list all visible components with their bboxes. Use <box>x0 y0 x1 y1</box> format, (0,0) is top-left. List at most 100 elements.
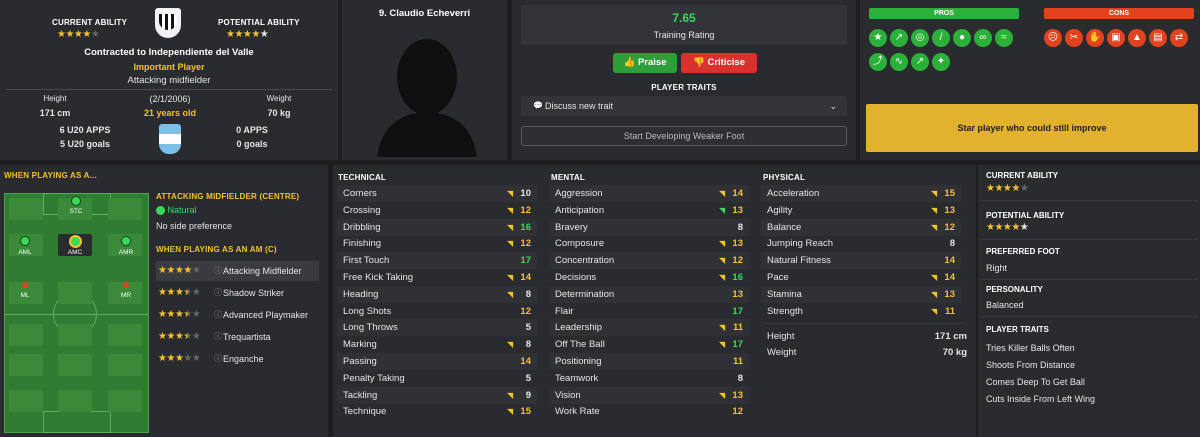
attribute-value: 12 <box>520 305 531 317</box>
attribute-row[interactable]: Strength ◥ 11 <box>761 303 961 320</box>
agility-icon[interactable]: ≈ <box>995 29 1013 47</box>
cone-icon[interactable]: ▲ <box>1128 29 1146 47</box>
clipboard-icon[interactable]: ▤ <box>1149 29 1167 47</box>
arrow-up-icon: ◥ <box>719 256 726 266</box>
attribute-name: Long Throws <box>343 322 398 334</box>
attribute-row[interactable]: Dribbling ◥ 16 <box>337 218 537 236</box>
info-icon[interactable]: ⓘ <box>214 305 222 325</box>
portrait-panel: 9. Claudio Echeverri <box>342 0 507 160</box>
criticise-label: Criticise <box>707 57 745 68</box>
discuss-trait-label: Discuss new trait <box>545 101 614 111</box>
attribute-row[interactable]: Crossing ◥ 12 <box>337 202 537 219</box>
rp-personality-label: PERSONALITY <box>986 285 1043 294</box>
attribute-row[interactable]: Concentration ◥ 12 <box>549 252 749 270</box>
pos-amc-label: AMC <box>67 249 83 256</box>
star-icon[interactable]: ★ <box>869 29 887 47</box>
attribute-row[interactable]: Positioning 11 <box>549 353 749 370</box>
graph-icon[interactable]: ∿ <box>890 53 908 71</box>
role-name: Trequartista <box>223 332 271 342</box>
scissors-icon[interactable]: ✂ <box>1065 29 1083 47</box>
arrow-up-icon: ◥ <box>931 205 938 215</box>
discuss-trait-dropdown[interactable]: 💬 Discuss new trait ⌄ <box>521 96 847 116</box>
weak-foot-button[interactable]: Start Developing Weaker Foot <box>521 126 847 146</box>
attribute-row[interactable]: Work Rate 12 <box>549 403 749 420</box>
attribute-row[interactable]: Determination 13 <box>549 285 749 303</box>
criticise-button[interactable]: 👎 Criticise <box>681 53 757 73</box>
phys-height-label: Height <box>767 331 795 342</box>
info-icon[interactable]: ⓘ <box>214 327 222 347</box>
attribute-row[interactable]: Teamwork 8 <box>549 370 749 387</box>
attribute-row[interactable]: Technique ◥ 15 <box>337 403 537 420</box>
bandage-icon[interactable]: / <box>932 29 950 47</box>
attribute-row[interactable]: Balance ◥ 12 <box>761 218 961 236</box>
attribute-row[interactable]: Penalty Taking 5 <box>337 370 537 387</box>
pos-aml-label: AML <box>18 249 32 256</box>
attribute-row[interactable]: Long Shots 12 <box>337 303 537 320</box>
role-row[interactable]: ★★★★★ ⓘ Trequartista <box>156 327 319 347</box>
pos-aml-dot[interactable] <box>20 236 30 246</box>
role-row[interactable]: ★★★★★ ⓘ Shadow Striker <box>156 283 319 303</box>
hand-icon[interactable]: ✋ <box>1086 29 1104 47</box>
arrows-icon[interactable]: ⇄ <box>1170 29 1188 47</box>
boot-icon[interactable]: ● <box>953 29 971 47</box>
kick-icon[interactable]: ⤴ <box>869 53 887 71</box>
pos-amr-dot[interactable] <box>121 236 131 246</box>
arrow-up-icon: ◥ <box>507 205 514 215</box>
praise-label: Praise <box>637 57 667 68</box>
info-icon[interactable]: ⓘ <box>214 349 222 369</box>
attribute-row[interactable]: Corners ◥ 10 <box>337 185 537 202</box>
lock-icon[interactable]: ▣ <box>1107 29 1125 47</box>
attribute-row[interactable]: Jumping Reach 8 <box>761 235 961 252</box>
attribute-name: Off The Ball <box>555 339 605 351</box>
attribute-name: Balance <box>767 221 802 233</box>
attribute-row[interactable]: Off The Ball ◥ 17 <box>549 336 749 353</box>
pos-amc-dot[interactable] <box>69 235 82 248</box>
attribute-row[interactable]: Aggression ◥ 14 <box>549 185 749 202</box>
praise-button[interactable]: 👍 Praise <box>613 53 677 73</box>
training-panel: 7.65 Training Rating 👍 Praise 👎 Criticis… <box>512 0 856 160</box>
attribute-row[interactable]: Tackling ◥ 9 <box>337 386 537 404</box>
attribute-row[interactable]: Natural Fitness 14 <box>761 252 961 270</box>
arrow-up-icon: ◥ <box>931 273 938 282</box>
attribute-row[interactable]: Flair 17 <box>549 303 749 320</box>
attribute-row[interactable]: Stamina ◥ 13 <box>761 285 961 303</box>
attribute-row[interactable]: Vision ◥ 13 <box>549 386 749 404</box>
attribute-row[interactable]: Anticipation ◥ 13 <box>549 202 749 219</box>
attribute-name: Work Rate <box>555 406 600 418</box>
intl-goals: 5 U20 goals <box>59 139 111 149</box>
attribute-row[interactable]: Composure ◥ 13 <box>549 235 749 252</box>
info-icon[interactable]: ⓘ <box>214 283 222 303</box>
attribute-row[interactable]: Pace ◥ 14 <box>761 269 961 286</box>
pos-mr-dot[interactable] <box>123 282 129 288</box>
attribute-row[interactable]: Free Kick Taking ◥ 14 <box>337 269 537 286</box>
club-goals: 0 goals <box>236 139 268 149</box>
attribute-row[interactable]: Heading ◥ 8 <box>337 285 537 303</box>
target-icon[interactable]: ◎ <box>911 29 929 47</box>
weight-value: 70 kg <box>267 108 291 118</box>
bicycle-icon[interactable]: ∞ <box>974 29 992 47</box>
role-row[interactable]: ★★★★★ ⓘ Enganche <box>156 349 319 369</box>
attribute-row[interactable]: Finishing ◥ 12 <box>337 235 537 252</box>
info-icon[interactable]: ⓘ <box>214 261 222 281</box>
pos-ml-dot[interactable] <box>22 282 28 288</box>
attribute-row[interactable]: Marking ◥ 8 <box>337 336 537 353</box>
role-row[interactable]: ★★★★★ ⓘ Attacking Midfielder <box>156 261 319 281</box>
attribute-row[interactable]: Long Throws 5 <box>337 319 537 337</box>
attribute-row[interactable]: Acceleration ◥ 15 <box>761 185 961 202</box>
attribute-row[interactable]: First Touch 17 <box>337 252 537 270</box>
trend-up-icon[interactable]: ↗ <box>911 53 929 71</box>
attribute-value: 13 <box>732 204 743 216</box>
attribute-row[interactable]: Leadership ◥ 11 <box>549 319 749 337</box>
role-row[interactable]: ★★★★★ ⓘ Advanced Playmaker <box>156 305 319 325</box>
attribute-value: 14 <box>944 255 955 267</box>
age-text: 21 years old <box>143 108 197 118</box>
pos-stc-dot[interactable] <box>71 196 81 206</box>
angry-icon[interactable]: ☹ <box>1044 29 1062 47</box>
attribute-value: 17 <box>732 339 743 351</box>
attribute-row[interactable]: Bravery 8 <box>549 218 749 236</box>
brain-icon[interactable]: ✦ <box>932 53 950 71</box>
attribute-row[interactable]: Agility ◥ 13 <box>761 202 961 219</box>
attribute-row[interactable]: Passing 14 <box>337 353 537 370</box>
attribute-row[interactable]: Decisions ◥ 16 <box>549 269 749 286</box>
running-icon[interactable]: ↗ <box>890 29 908 47</box>
